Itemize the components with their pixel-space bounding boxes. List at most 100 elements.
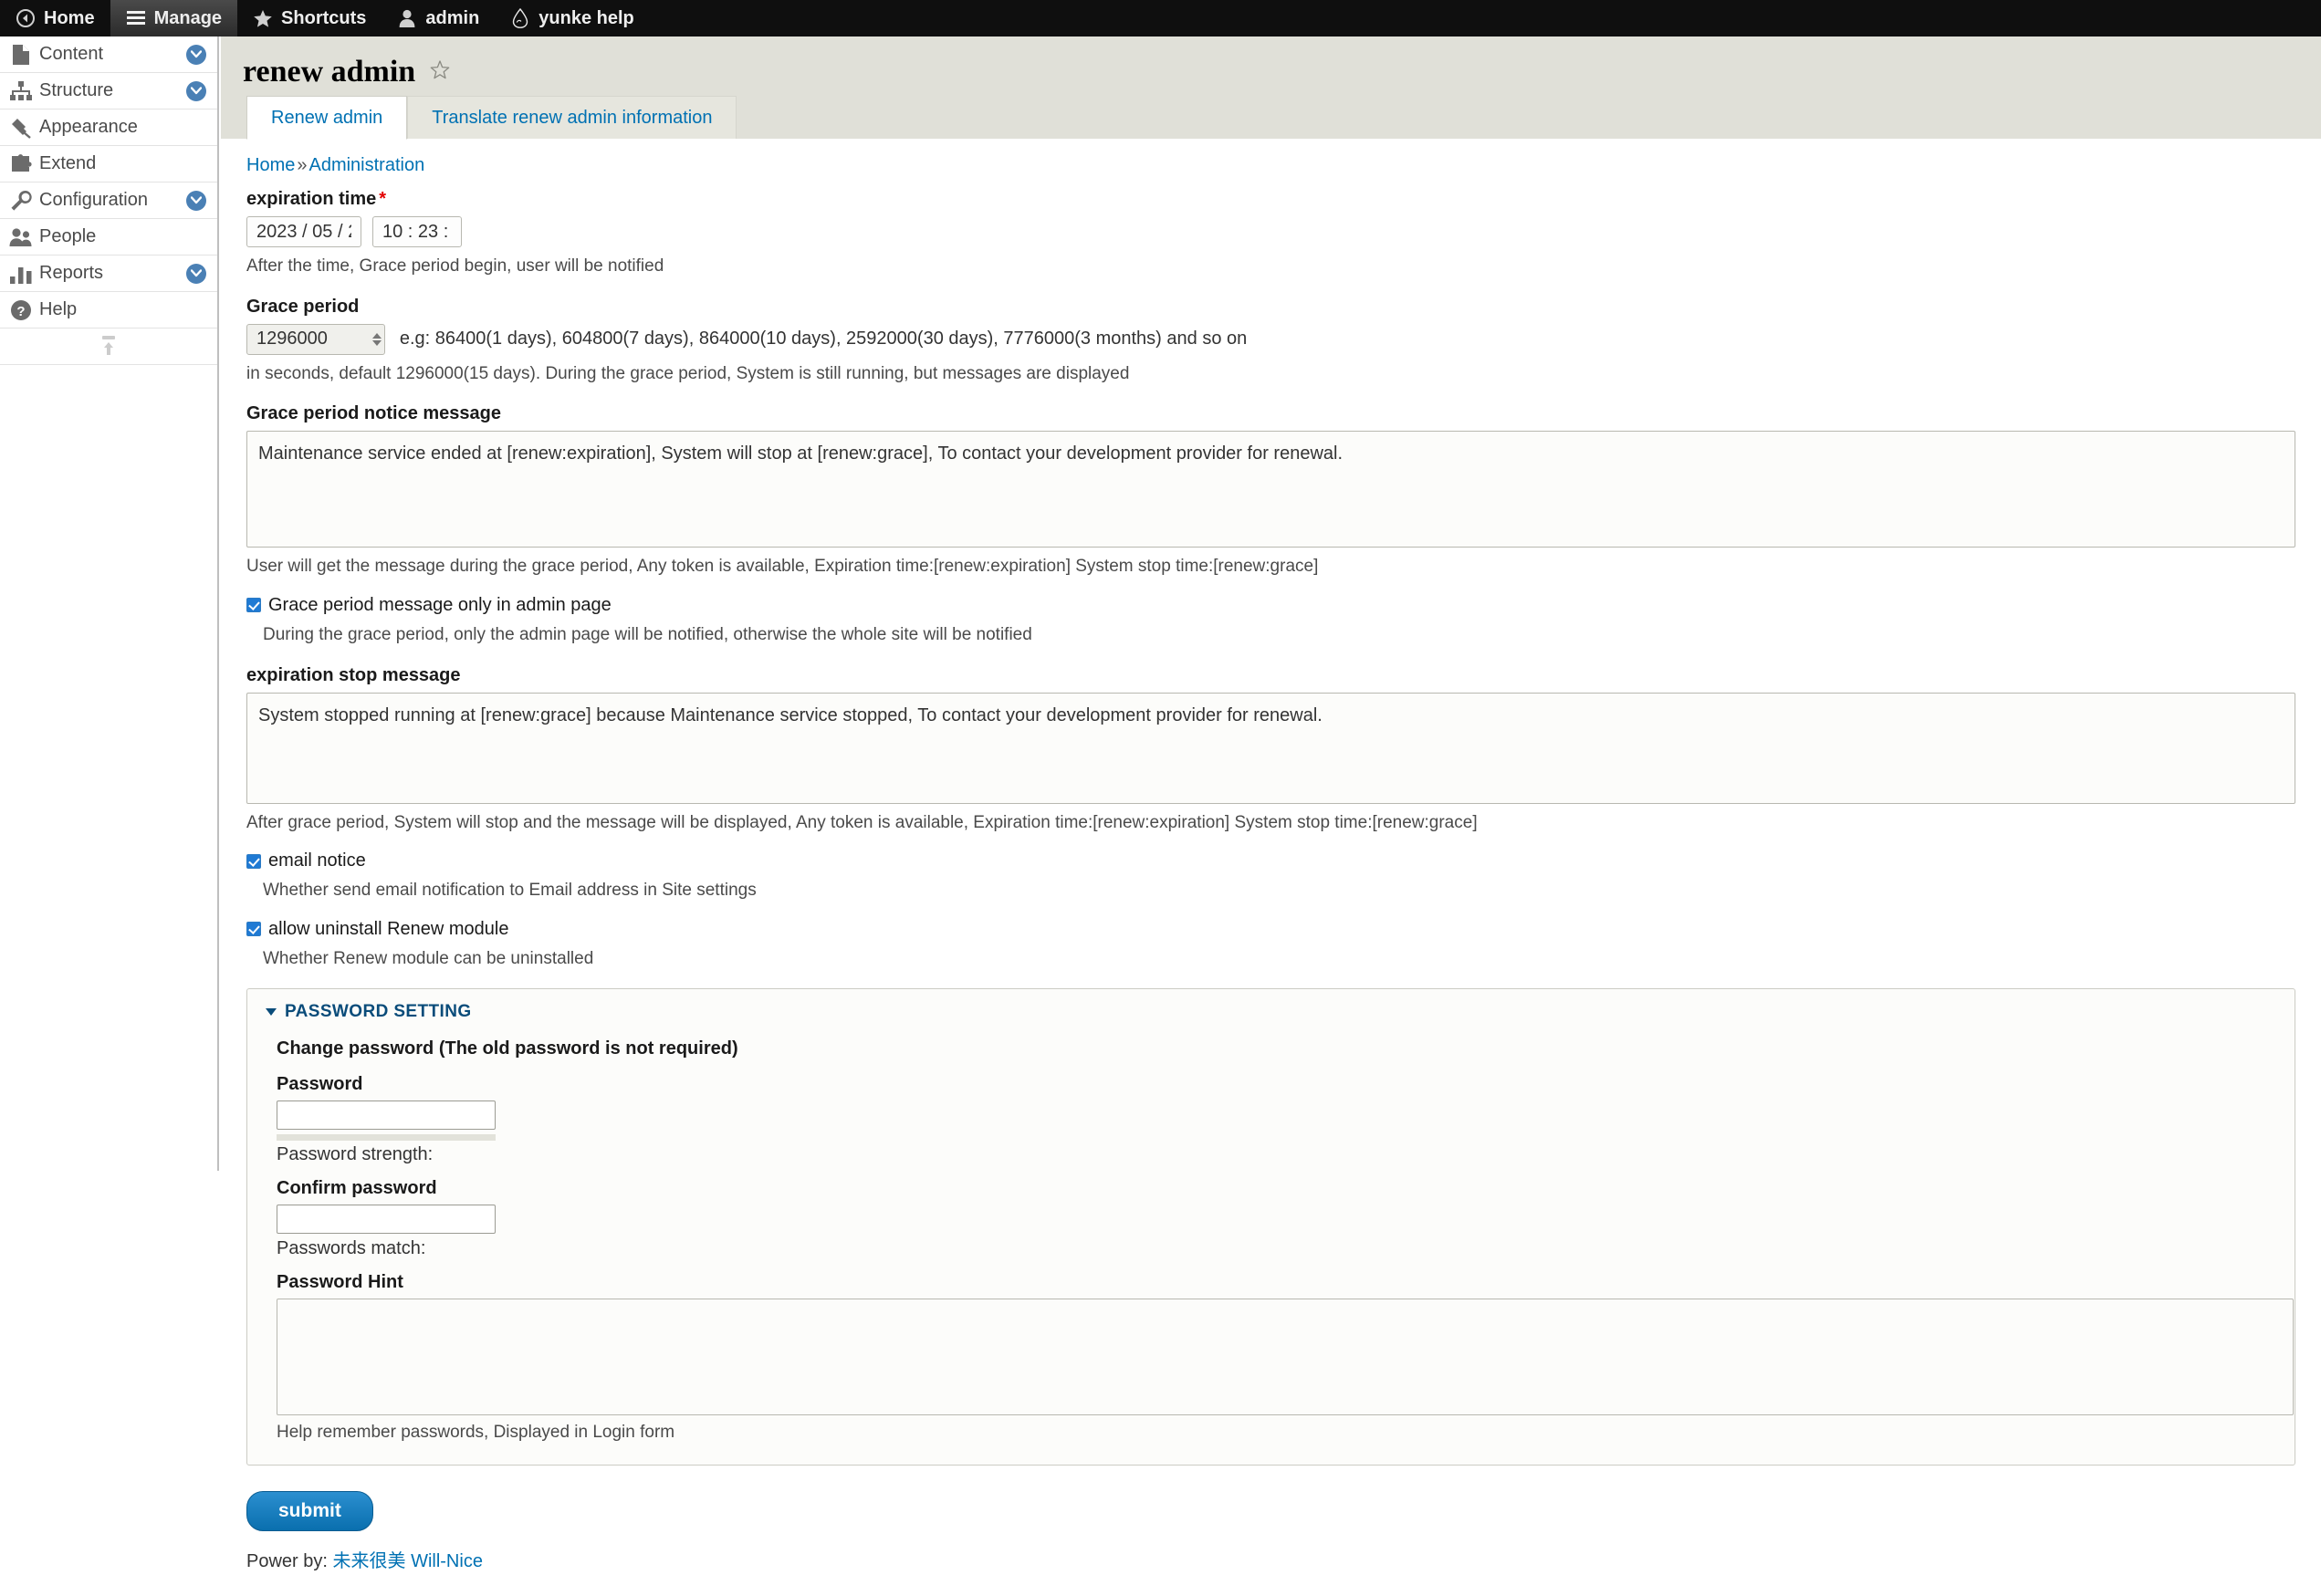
sidebar-label-help: Help [39, 299, 78, 319]
grace-period-row: e.g: 86400(1 days), 604800(7 days), 8640… [246, 323, 2295, 355]
sidebar-label-people: People [39, 226, 97, 246]
sidebar-item-extend[interactable]: Extend [0, 146, 217, 183]
chevron-down-icon[interactable] [186, 190, 206, 211]
change-password-subheading: Change password (The old password is not… [277, 1038, 738, 1059]
admin-only-checkbox[interactable] [246, 598, 261, 613]
password-strength-bar [277, 1134, 496, 1142]
chevron-down-icon[interactable] [186, 44, 206, 65]
stepper-up-icon[interactable] [372, 332, 382, 339]
structure-icon [9, 79, 33, 103]
chevron-down-icon[interactable] [186, 263, 206, 284]
grace-notice-message-textarea[interactable] [246, 431, 2295, 548]
toolbar-item-manage[interactable]: Manage [110, 0, 238, 37]
sidebar-label-reports: Reports [39, 263, 104, 283]
grace-period-description: in seconds, default 1296000(15 days). Du… [246, 363, 1130, 383]
question-mark-icon: ? [9, 298, 33, 322]
chevron-down-icon[interactable] [186, 80, 206, 101]
confirm-password-label: Confirm password [277, 1178, 437, 1199]
sidebar-item-reports[interactable]: Reports [0, 256, 217, 292]
required-marker: * [379, 189, 387, 209]
toolbar-label-manage: Manage [153, 7, 223, 28]
admin-only-checkbox-label[interactable]: Grace period message only in admin page [268, 595, 612, 616]
toolbar-item-user[interactable]: admin [382, 0, 495, 37]
tab-renew-admin[interactable]: Renew admin [246, 96, 408, 140]
star-icon [253, 8, 273, 28]
allow-uninstall-checkbox-row: allow uninstall Renew module [246, 919, 2295, 940]
toolbar-label-shortcuts: Shortcuts [281, 7, 367, 28]
grace-notice-message-description: User will get the message during the gra… [246, 557, 1319, 577]
toolbar-label-home: Home [44, 7, 95, 28]
sidebar-item-people[interactable]: People [0, 219, 217, 256]
sidebar-item-configuration[interactable]: Configuration [0, 183, 217, 219]
expiration-datetime-row [246, 216, 2295, 247]
star-outline-icon[interactable] [430, 59, 450, 85]
footer-link-en[interactable]: Will-Nice [411, 1551, 483, 1571]
page-header: renew admin Renew admin Translate renew … [221, 37, 2321, 140]
grace-period-examples: e.g: 86400(1 days), 604800(7 days), 8640… [399, 329, 1248, 349]
toolbar-item-home[interactable]: Home [0, 0, 110, 37]
breadcrumb-link-home[interactable]: Home [246, 155, 295, 175]
sidebar-label-configuration: Configuration [39, 190, 148, 210]
admin-only-checkbox-description: During the grace period, only the admin … [263, 624, 1032, 644]
sidebar-label-content: Content [39, 44, 104, 64]
password-hint-textarea[interactable] [277, 1299, 2294, 1416]
tab-translate-renew-admin-information[interactable]: Translate renew admin information [407, 96, 737, 139]
triangle-down-icon [266, 1008, 277, 1017]
email-notice-checkbox-row: email notice [246, 850, 2295, 871]
paintbrush-icon [9, 116, 33, 140]
sidebar-item-help[interactable]: ? Help [0, 292, 217, 329]
puzzle-icon [9, 152, 33, 176]
number-stepper[interactable] [372, 332, 382, 346]
confirm-password-input[interactable] [277, 1205, 496, 1235]
email-notice-checkbox-label[interactable]: email notice [268, 850, 366, 871]
sidebar-item-appearance[interactable]: Appearance [0, 110, 217, 146]
home-back-icon [16, 8, 36, 28]
page-title: renew admin [243, 55, 416, 89]
sidebar-label-structure: Structure [39, 80, 114, 100]
drop-icon [510, 8, 530, 28]
hamburger-icon [126, 8, 146, 28]
password-setting-summary-label: PASSWORD SETTING [285, 1002, 472, 1022]
grace-period-number-wrap [246, 323, 385, 355]
passwords-match-text: Passwords match: [277, 1238, 426, 1259]
svg-text:?: ? [16, 304, 25, 319]
admin-only-checkbox-row: Grace period message only in admin page [246, 595, 2295, 616]
expiration-time-input[interactable] [372, 216, 462, 247]
password-label: Password [277, 1074, 363, 1095]
breadcrumb: Home» Administration [246, 155, 2295, 176]
toolbar-label-yunke-help: yunke help [538, 7, 634, 28]
allow-uninstall-checkbox-label[interactable]: allow uninstall Renew module [268, 919, 508, 940]
toolbar-label-user: admin [425, 7, 480, 28]
expiration-stop-message-description: After grace period, System will stop and… [246, 812, 1478, 832]
toolbar-item-yunke-help[interactable]: yunke help [495, 0, 649, 37]
allow-uninstall-checkbox[interactable] [246, 922, 261, 937]
expiration-stop-message-textarea[interactable] [246, 692, 2295, 804]
stepper-down-icon[interactable] [372, 339, 382, 346]
footer-prefix: Power by: [246, 1551, 328, 1572]
expiration-date-input[interactable] [246, 216, 361, 247]
password-strength-text: Password strength: [277, 1144, 434, 1165]
wrench-icon [9, 189, 33, 213]
breadcrumb-link-administration[interactable]: Administration [308, 155, 424, 175]
email-notice-checkbox-description: Whether send email notification to Email… [263, 881, 757, 901]
footer-link-cn[interactable]: 未来很美 [333, 1551, 406, 1571]
password-setting-section: PASSWORD SETTING Change password (The ol… [246, 988, 2295, 1466]
password-hint-label: Password Hint [277, 1272, 403, 1293]
expiration-time-description: After the time, Grace period begin, user… [246, 256, 664, 276]
sidebar-item-structure[interactable]: Structure [0, 73, 217, 110]
form-content: Home»Administration expiration time* Aft… [221, 139, 2321, 1466]
breadcrumb-separator: » [297, 155, 308, 175]
email-notice-checkbox[interactable] [246, 853, 261, 869]
grace-period-label: Grace period [246, 296, 360, 317]
primary-tabs: Renew admin Translate renew admin inform… [246, 95, 737, 140]
password-field-block: Password Password strength: Confirm pass… [277, 1074, 2294, 1445]
password-setting-summary[interactable]: PASSWORD SETTING [266, 1002, 2276, 1022]
password-input[interactable] [277, 1101, 496, 1131]
allow-uninstall-checkbox-description: Whether Renew module can be uninstalled [263, 948, 594, 968]
expiration-time-label: expiration time * [246, 189, 2295, 210]
toolbar-item-shortcuts[interactable]: Shortcuts [237, 0, 382, 37]
submit-button[interactable]: submit [246, 1491, 373, 1532]
collapse-tray-icon[interactable] [0, 329, 217, 365]
grace-period-input[interactable] [246, 323, 385, 355]
sidebar-item-content[interactable]: Content [0, 37, 217, 73]
